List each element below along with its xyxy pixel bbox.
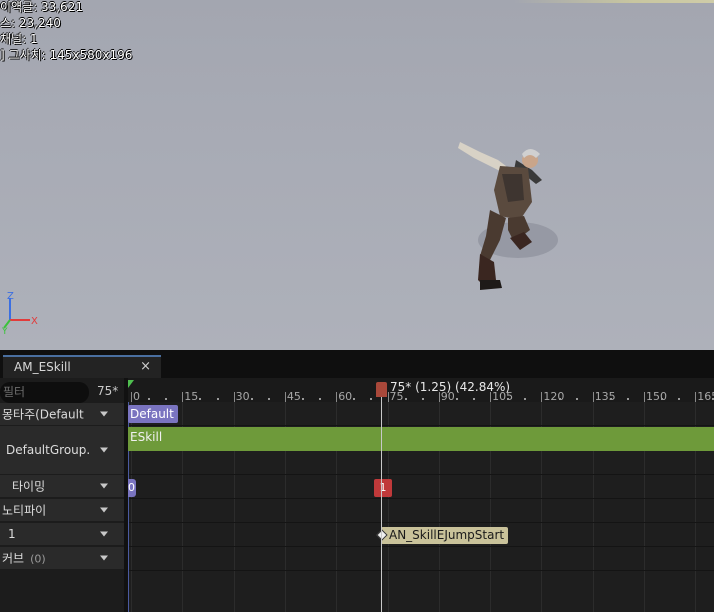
- track-notifies[interactable]: 노티파이: [0, 499, 124, 521]
- start-flag-icon: [128, 380, 134, 388]
- track-label: DefaultGroup.: [6, 443, 91, 457]
- ruler-tick-label: 45: [286, 390, 301, 403]
- track-curves[interactable]: 커브 (0): [0, 547, 124, 569]
- playhead-readout: 75* (1.25) (42.84%): [390, 380, 511, 394]
- ruler-tick: [541, 392, 543, 402]
- track-notify-1[interactable]: 1: [0, 523, 124, 545]
- chevron-down-icon[interactable]: [100, 531, 108, 537]
- animation-montage-editor: 이얙글: 33,621 스: 23,240 채널: 1 ] 그사치: 145x5…: [0, 0, 714, 612]
- stat-line-2: 스: 23,240: [0, 16, 61, 30]
- ruler-subtick: [165, 398, 168, 400]
- track-label: 1: [8, 527, 16, 541]
- stat-line-1: 이얙글: 33,621: [0, 0, 83, 14]
- tab-bar: AM_ESkill ×: [0, 350, 714, 378]
- ruler-subtick: [353, 398, 356, 400]
- ruler-subtick: [421, 398, 424, 400]
- ruler-subtick: [473, 398, 475, 400]
- ruler-subtick: [575, 398, 578, 400]
- chevron-down-icon[interactable]: [100, 411, 108, 417]
- track-label: 커브 (0): [2, 551, 46, 566]
- ruler-subtick: [626, 398, 629, 400]
- ruler-subtick: [661, 398, 664, 400]
- ruler-subtick: [319, 398, 322, 400]
- ruler-subtick: [302, 398, 304, 400]
- chevron-down-icon[interactable]: [100, 507, 108, 513]
- ruler-tick: [695, 392, 697, 402]
- ruler-tick: [182, 392, 184, 402]
- ruler-tick-label: 0: [133, 390, 140, 403]
- timing-marker-start[interactable]: 0: [128, 479, 136, 497]
- ruler-tick-label: 60: [338, 390, 353, 403]
- ruler-tick: [387, 392, 389, 402]
- timing-marker-1[interactable]: 1: [374, 479, 392, 497]
- ruler-subtick: [558, 398, 561, 400]
- ruler-tick: [233, 392, 235, 402]
- frame-count: 75*: [97, 384, 119, 398]
- ruler-tick: [131, 392, 132, 402]
- ruler-subtick: [404, 398, 407, 400]
- track-timing[interactable]: 타이밍: [0, 475, 124, 497]
- ruler-tick: [284, 392, 286, 402]
- ruler-tick-label: 15: [184, 390, 199, 403]
- ruler-subtick: [267, 398, 270, 400]
- character-model[interactable]: [450, 130, 570, 300]
- chevron-down-icon[interactable]: [100, 555, 108, 561]
- segment-label: ESkill: [130, 430, 163, 444]
- montage-panel: AM_ESkill × 필터 75* 몽타주(Default DefaultGr…: [0, 350, 714, 612]
- track-list: 필터 75* 몽타주(Default DefaultGroup. 타이밍 노티파…: [0, 378, 124, 612]
- ruler-subtick: [250, 398, 253, 400]
- ruler-tick-label: 135: [594, 390, 616, 403]
- axis-y-label: Y: [1, 327, 8, 335]
- chevron-down-icon[interactable]: [100, 483, 108, 489]
- ruler-tick-label: 150: [646, 390, 667, 403]
- filter-input[interactable]: 필터: [0, 382, 89, 403]
- row-separator: [128, 546, 714, 547]
- ruler-subtick: [524, 398, 527, 400]
- horizon-glow: [514, 0, 714, 3]
- track-label: 몽타주(Default: [2, 407, 84, 422]
- ruler-tick-label: 165: [697, 390, 714, 403]
- ruler-tick: [336, 392, 338, 402]
- tab-label: AM_ESkill: [14, 360, 71, 374]
- tab-am-eskill[interactable]: AM_ESkill ×: [3, 355, 161, 378]
- close-icon[interactable]: ×: [140, 359, 151, 374]
- track-label: 타이밍: [12, 479, 46, 494]
- row-separator: [128, 425, 714, 426]
- ruler-subtick: [609, 398, 612, 400]
- row-separator: [128, 474, 714, 475]
- ruler-tick-label: 120: [543, 390, 565, 403]
- ruler-tick-label: 30: [235, 390, 250, 403]
- ruler-subtick: [148, 398, 151, 400]
- ruler-subtick: [199, 398, 202, 400]
- ruler-subtick: [455, 398, 458, 400]
- track-label: 노티파이: [2, 503, 47, 518]
- ruler-subtick: [507, 398, 510, 400]
- axis-gizmo: Z X Y: [1, 291, 38, 335]
- stat-line-3: 채널: 1: [0, 32, 38, 46]
- stat-line-4: ] 그사치: 145x580x196: [0, 48, 133, 62]
- playhead-handle[interactable]: [376, 382, 387, 397]
- ruler-tick: [644, 392, 645, 402]
- notify-event[interactable]: AN_SkillEJumpStart: [381, 527, 509, 544]
- track-default-group[interactable]: DefaultGroup.: [0, 426, 124, 474]
- ruler-subtick: [678, 398, 681, 400]
- viewport[interactable]: 이얙글: 33,621 스: 23,240 채널: 1 ] 그사치: 145x5…: [0, 0, 714, 350]
- ruler-subtick: [370, 398, 373, 400]
- ruler-subtick: [216, 398, 219, 400]
- row-separator: [128, 570, 714, 571]
- row-separator: [128, 498, 714, 499]
- timeline[interactable]: 0153045607590105120135150165 Default ESk…: [128, 378, 714, 612]
- axis-x-label: X: [31, 316, 38, 327]
- chevron-down-icon[interactable]: [100, 447, 108, 453]
- playhead-line: [381, 388, 382, 612]
- track-montage-default[interactable]: 몽타주(Default: [0, 403, 124, 425]
- montage-segment[interactable]: ESkill: [128, 427, 714, 451]
- row-separator: [128, 522, 714, 523]
- ruler-tick: [592, 392, 594, 402]
- axis-z-label: Z: [7, 291, 14, 302]
- curve-count: (0): [30, 552, 46, 566]
- section-default[interactable]: Default: [128, 405, 178, 423]
